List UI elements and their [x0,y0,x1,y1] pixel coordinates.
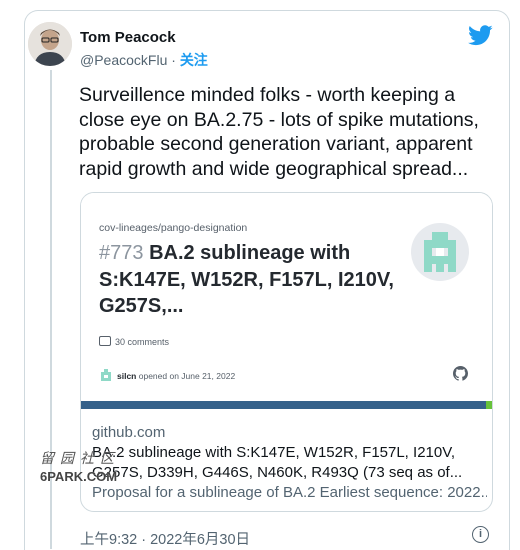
comments-count: 30 comments [99,336,169,347]
pr-author-name: silcn [117,371,137,381]
card-title: BA.2 sublineage with S:K147E, W152R, F15… [92,444,463,481]
tweet-text: Surveillence minded folks - worth keepin… [79,84,479,180]
card-description: Proposal for a sublineage of BA.2 Earlie… [92,484,487,501]
pr-opened-date: opened on June 21, 2022 [138,371,236,381]
pr-author-row: silcn opened on June 21, 2022 [99,368,235,382]
author-identicon-icon [99,368,113,382]
avatar[interactable] [28,22,72,66]
twitter-bird-icon[interactable] [468,25,493,46]
follow-button[interactable]: 关注 [180,52,208,68]
info-icon[interactable]: i [472,526,489,543]
card-color-bar-accent [486,401,492,409]
card-color-bar [81,401,492,409]
author-name[interactable]: Tom Peacock [80,29,176,46]
repo-logo-icon [411,223,469,281]
watermark-line2: 6PARK.COM [40,469,118,484]
link-card[interactable]: cov-lineages/pango-designation #773 BA.2… [80,192,493,512]
watermark: 留园社区 6PARK.COM [40,450,120,486]
github-icon [453,366,468,381]
pr-number: #773 [99,242,144,264]
card-domain: github.com [92,424,166,441]
pr-title-text: BA.2 sublineage with S:K147E, W152R, F15… [99,242,394,317]
tweet-timestamp[interactable]: 上午9:32 · 2022年6月30日 [80,528,250,549]
comment-icon [99,336,111,346]
repo-path: cov-lineages/pango-designation [99,222,248,234]
author-handle-row: @PeacockFlu · 关注 [80,50,208,70]
separator: · [167,52,180,68]
watermark-line1: 留园社区 [40,451,120,467]
pr-title: #773 BA.2 sublineage with S:K147E, W152R… [99,240,399,320]
author-handle[interactable]: @PeacockFlu [80,52,167,68]
card-preview-image[interactable]: cov-lineages/pango-designation #773 BA.2… [81,193,492,401]
card-meta[interactable]: github.com BA.2 sublineage with S:K147E,… [92,423,487,503]
